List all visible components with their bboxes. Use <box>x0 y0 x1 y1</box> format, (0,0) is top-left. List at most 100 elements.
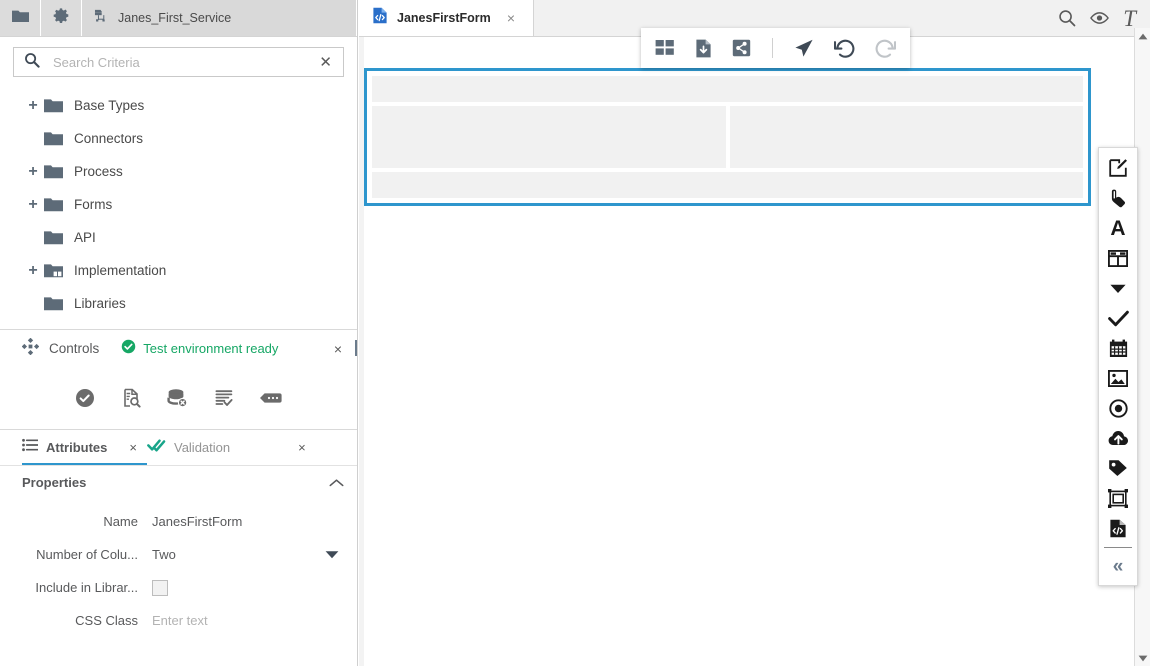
tree-item-label: Base Types <box>74 98 144 113</box>
tab-janesfirstform[interactable]: JanesFirstForm × <box>359 0 534 36</box>
tag-widget-icon[interactable] <box>1099 453 1137 483</box>
tree-item-label: API <box>74 230 96 245</box>
typography-icon[interactable]: T <box>1123 7 1136 30</box>
check-circle-icon <box>121 339 136 359</box>
tab-validation[interactable]: Validation × <box>147 430 316 465</box>
test-run-icon[interactable] <box>75 388 95 408</box>
eye-preview-icon[interactable] <box>1090 11 1109 25</box>
radio-widget-icon[interactable] <box>1099 393 1137 423</box>
scroll-down-button[interactable] <box>1135 650 1150 666</box>
property-row-css-class: CSS Class Enter text <box>0 604 357 637</box>
tab-attributes[interactable]: Attributes × <box>22 430 147 465</box>
datepicker-widget-icon[interactable] <box>1099 333 1137 363</box>
folder-icon <box>12 9 29 28</box>
layout-grid-icon[interactable] <box>655 39 675 57</box>
include-in-library-checkbox[interactable] <box>152 580 168 596</box>
form-container-selected[interactable] <box>364 68 1091 206</box>
form-header-dropzone[interactable] <box>372 76 1083 102</box>
tree-item-libraries[interactable]: + Libraries <box>0 287 357 320</box>
form-column-right-dropzone[interactable] <box>730 106 1084 168</box>
properties-header[interactable]: Properties <box>0 465 357 499</box>
dropdown-widget-icon[interactable] <box>1099 273 1137 303</box>
property-select-number-of-columns[interactable]: Two <box>152 547 357 562</box>
share-icon[interactable] <box>732 39 751 57</box>
left-panel: Janes_First_Service ✕ + <box>0 0 358 666</box>
settings-tab[interactable] <box>41 0 82 36</box>
tree-item-process[interactable]: + Process <box>0 155 357 188</box>
save-file-icon[interactable] <box>695 39 712 58</box>
html-code-widget-icon[interactable] <box>1099 513 1137 543</box>
folder-icon <box>44 296 74 311</box>
property-value-name[interactable]: JanesFirstForm <box>152 514 357 529</box>
expand-icon[interactable]: + <box>22 260 44 282</box>
tree-item-label: Libraries <box>74 296 126 311</box>
table-widget-icon[interactable] <box>1099 243 1137 273</box>
canvas-toolbar <box>641 28 910 68</box>
button-widget-icon[interactable] <box>1099 183 1137 213</box>
folder-blocks-icon <box>44 263 74 278</box>
close-icon[interactable]: × <box>125 439 141 456</box>
close-icon[interactable]: × <box>503 9 519 27</box>
search-input[interactable] <box>51 54 316 71</box>
redo-icon[interactable] <box>875 39 896 58</box>
tree-item-connectors[interactable]: + Connectors <box>0 122 357 155</box>
scroll-up-button[interactable] <box>1135 28 1150 44</box>
chevron-down-icon[interactable] <box>325 550 339 559</box>
file-upload-widget-icon[interactable] <box>1099 423 1137 453</box>
tree-item-forms[interactable]: + Forms <box>0 188 357 221</box>
project-tree: + Base Types + Connectors + Process <box>0 85 357 320</box>
expand-icon[interactable]: + <box>22 194 44 216</box>
search-icon <box>24 52 40 73</box>
label-widget-icon[interactable]: A <box>1099 213 1137 243</box>
tree-item-label: Implementation <box>74 263 166 278</box>
property-row-name: Name JanesFirstForm <box>0 505 357 538</box>
tree-item-api[interactable]: + API <box>0 221 357 254</box>
expand-icon[interactable]: + <box>22 95 44 117</box>
service-tab[interactable]: Janes_First_Service <box>82 0 357 36</box>
chevron-up-icon[interactable] <box>329 478 344 488</box>
search-icon[interactable] <box>1058 9 1076 27</box>
properties-title: Properties <box>22 475 86 490</box>
search-container: ✕ <box>0 37 357 85</box>
search-clear-icon[interactable]: ✕ <box>316 53 335 72</box>
undo-icon[interactable] <box>834 39 855 58</box>
css-class-input[interactable]: Enter text <box>152 613 357 628</box>
collapse-chevron-icon: « <box>1113 557 1124 576</box>
controls-panel: Controls Test environment ready × <box>0 329 357 429</box>
palette-divider <box>1104 547 1132 548</box>
property-label: Include in Librar... <box>0 580 152 595</box>
close-icon[interactable]: × <box>294 439 310 456</box>
log-check-icon[interactable] <box>214 388 234 408</box>
tree-item-implementation[interactable]: + Implementation <box>0 254 357 287</box>
group-widget-icon[interactable] <box>1099 483 1137 513</box>
form-footer-dropzone[interactable] <box>372 172 1083 198</box>
deploy-send-icon[interactable] <box>794 39 814 58</box>
palette-collapse-button[interactable]: « <box>1099 551 1137 581</box>
checkbox-widget-icon[interactable] <box>1099 303 1137 333</box>
comment-more-icon[interactable] <box>260 390 282 406</box>
folder-tab[interactable] <box>0 0 41 36</box>
property-row-number-of-columns: Number of Colu... Two <box>0 538 357 571</box>
tree-item-base-types[interactable]: + Base Types <box>0 89 357 122</box>
service-icon <box>94 9 109 28</box>
image-widget-icon[interactable] <box>1099 363 1137 393</box>
form-column-left-dropzone[interactable] <box>372 106 726 168</box>
attributes-panel: Attributes × Validation × Prope <box>0 429 357 637</box>
search-box[interactable]: ✕ <box>13 47 344 77</box>
database-clear-icon[interactable] <box>167 388 188 408</box>
controls-actions <box>0 367 357 429</box>
tab-label: JanesFirstForm <box>397 11 491 25</box>
expand-icon[interactable]: + <box>22 161 44 183</box>
tree-item-label: Process <box>74 164 123 179</box>
document-search-icon[interactable] <box>121 388 141 408</box>
tab-label: Attributes <box>46 440 107 455</box>
form-canvas[interactable]: A <box>359 37 1150 666</box>
text-input-widget-icon[interactable] <box>1099 153 1137 183</box>
status-text: Test environment ready <box>143 341 278 356</box>
property-label: Number of Colu... <box>0 547 152 562</box>
service-tab-label: Janes_First_Service <box>118 11 231 25</box>
left-tabbar: Janes_First_Service <box>0 0 357 37</box>
attributes-tabs: Attributes × Validation × <box>0 430 357 465</box>
property-label: Name <box>0 514 152 529</box>
close-icon[interactable]: × <box>329 340 347 358</box>
